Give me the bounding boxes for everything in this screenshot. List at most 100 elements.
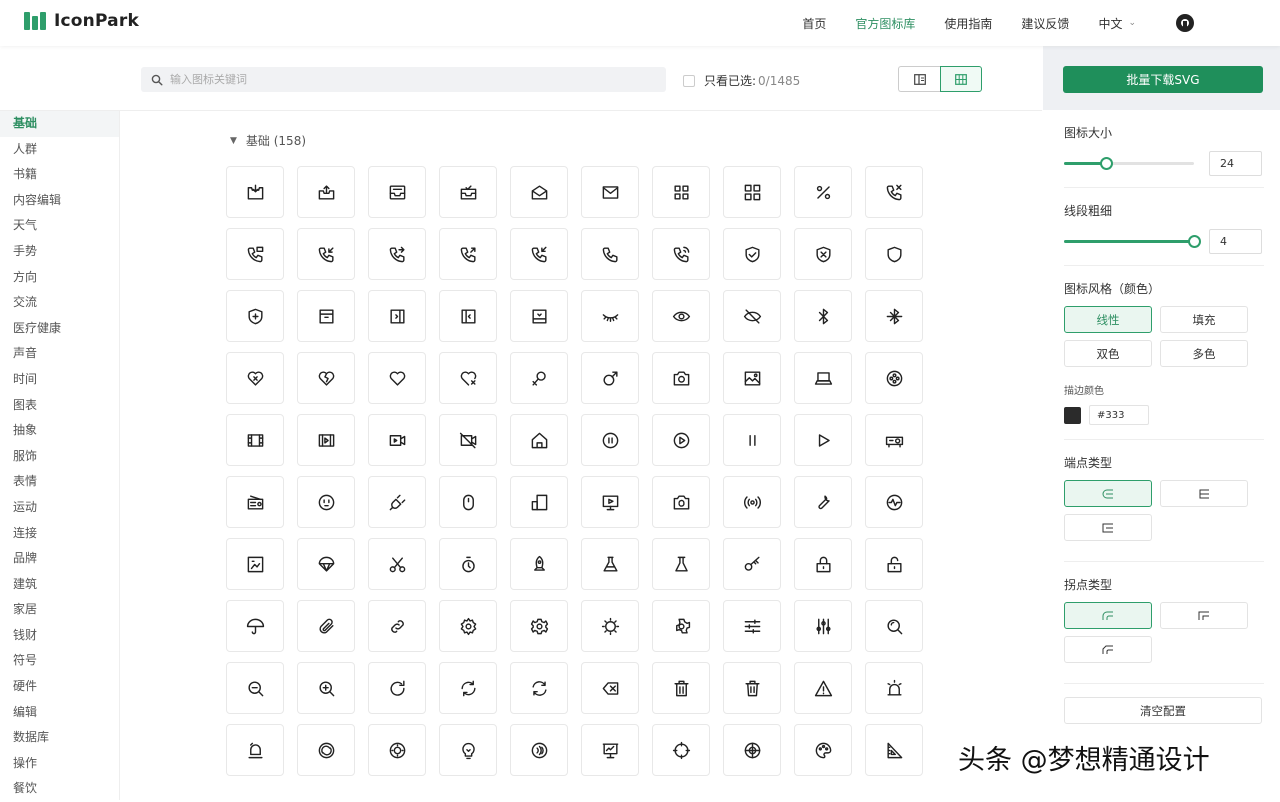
style-multi-color-button[interactable]: 多色 <box>1160 340 1248 367</box>
icon-card[interactable] <box>297 538 355 590</box>
icon-card[interactable] <box>723 352 781 404</box>
icon-card[interactable] <box>226 600 284 652</box>
icon-card[interactable] <box>439 228 497 280</box>
icon-card[interactable] <box>439 166 497 218</box>
selected-only-filter[interactable]: 只看已选: 0/1485 <box>683 72 800 89</box>
icon-card[interactable] <box>226 538 284 590</box>
sidebar-item[interactable]: 服饰 <box>0 444 119 470</box>
icon-card[interactable] <box>794 538 852 590</box>
join-round-button[interactable] <box>1064 602 1152 629</box>
clear-config-button[interactable]: 清空配置 <box>1064 697 1262 724</box>
nav-home[interactable]: 首页 <box>802 15 826 32</box>
sidebar-item[interactable]: 连接 <box>0 521 119 547</box>
icon-card[interactable] <box>439 662 497 714</box>
sidebar-item[interactable]: 操作 <box>0 751 119 777</box>
batch-download-svg-button[interactable]: 批量下载SVG <box>1063 66 1263 93</box>
nav-feedback[interactable]: 建议反馈 <box>1021 15 1069 32</box>
nav-official-icons[interactable]: 官方图标库 <box>855 15 915 32</box>
sidebar-item[interactable]: 基础 <box>0 111 119 137</box>
icon-card[interactable] <box>581 352 639 404</box>
icon-card[interactable] <box>368 600 426 652</box>
stroke-width-slider[interactable] <box>1064 235 1201 248</box>
sidebar-item[interactable]: 图表 <box>0 393 119 419</box>
icon-card[interactable] <box>297 662 355 714</box>
join-miter-button[interactable] <box>1160 602 1248 629</box>
section-header[interactable]: ▼ 基础 (158) <box>230 132 306 149</box>
sidebar-item[interactable]: 方向 <box>0 265 119 291</box>
github-icon[interactable] <box>1176 14 1194 32</box>
icon-card[interactable] <box>510 290 568 342</box>
icon-card[interactable] <box>581 414 639 466</box>
icon-card[interactable] <box>723 724 781 776</box>
icon-card[interactable] <box>865 228 923 280</box>
slider-handle[interactable] <box>1187 235 1201 248</box>
sidebar-item[interactable]: 家居 <box>0 597 119 623</box>
icon-card[interactable] <box>510 538 568 590</box>
icon-card[interactable] <box>794 476 852 528</box>
icon-card[interactable] <box>226 724 284 776</box>
icon-card[interactable] <box>865 600 923 652</box>
language-select[interactable]: 中文 ⌄ <box>1098 15 1136 32</box>
slider-handle[interactable] <box>1100 157 1114 170</box>
icon-card[interactable] <box>439 724 497 776</box>
icon-card[interactable] <box>226 352 284 404</box>
sidebar-item[interactable]: 钱财 <box>0 623 119 649</box>
list-view-button[interactable] <box>898 66 940 92</box>
icon-card[interactable] <box>652 476 710 528</box>
sidebar-item[interactable]: 手势 <box>0 239 119 265</box>
icon-card[interactable] <box>226 476 284 528</box>
sidebar-item[interactable]: 硬件 <box>0 674 119 700</box>
icon-card[interactable] <box>652 724 710 776</box>
sidebar-item[interactable]: 运动 <box>0 495 119 521</box>
icon-card[interactable] <box>581 476 639 528</box>
sidebar-item[interactable]: 餐饮 <box>0 776 119 802</box>
icon-card[interactable] <box>297 166 355 218</box>
logo[interactable]: IconPark <box>24 11 139 31</box>
icon-card[interactable] <box>226 414 284 466</box>
icon-card[interactable] <box>581 166 639 218</box>
icon-card[interactable] <box>297 352 355 404</box>
icon-card[interactable] <box>439 414 497 466</box>
join-bevel-button[interactable] <box>1064 636 1152 663</box>
icon-card[interactable] <box>368 724 426 776</box>
style-outline-button[interactable]: 线性 <box>1064 306 1152 333</box>
icon-card[interactable] <box>794 414 852 466</box>
icon-card[interactable] <box>794 600 852 652</box>
icon-card[interactable] <box>581 290 639 342</box>
icon-card[interactable] <box>297 228 355 280</box>
icon-card[interactable] <box>368 352 426 404</box>
icon-card[interactable] <box>297 600 355 652</box>
icon-card[interactable] <box>723 476 781 528</box>
icon-card[interactable] <box>652 352 710 404</box>
icon-card[interactable] <box>368 290 426 342</box>
sidebar-item[interactable]: 符号 <box>0 648 119 674</box>
icon-card[interactable] <box>368 414 426 466</box>
icon-card[interactable] <box>652 290 710 342</box>
cap-square-button[interactable] <box>1064 514 1152 541</box>
sidebar-item[interactable]: 建筑 <box>0 572 119 598</box>
icon-card[interactable] <box>368 228 426 280</box>
sidebar-item[interactable]: 编辑 <box>0 700 119 726</box>
icon-card[interactable] <box>581 538 639 590</box>
icon-card[interactable] <box>368 476 426 528</box>
icon-card[interactable] <box>723 414 781 466</box>
icon-card[interactable] <box>865 476 923 528</box>
style-two-tone-button[interactable]: 双色 <box>1064 340 1152 367</box>
icon-card[interactable] <box>652 538 710 590</box>
icon-size-slider[interactable] <box>1064 157 1194 170</box>
icon-card[interactable] <box>652 414 710 466</box>
icon-card[interactable] <box>510 228 568 280</box>
icon-card[interactable] <box>652 166 710 218</box>
selected-only-checkbox[interactable] <box>683 74 695 87</box>
icon-card[interactable] <box>510 662 568 714</box>
search-input[interactable] <box>170 73 650 86</box>
icon-card[interactable] <box>723 538 781 590</box>
icon-card[interactable] <box>581 724 639 776</box>
sidebar-item[interactable]: 品牌 <box>0 546 119 572</box>
icon-card[interactable] <box>865 352 923 404</box>
icon-card[interactable] <box>794 724 852 776</box>
sidebar-item[interactable]: 天气 <box>0 213 119 239</box>
icon-card[interactable] <box>439 352 497 404</box>
icon-card[interactable] <box>581 662 639 714</box>
icon-card[interactable] <box>652 600 710 652</box>
